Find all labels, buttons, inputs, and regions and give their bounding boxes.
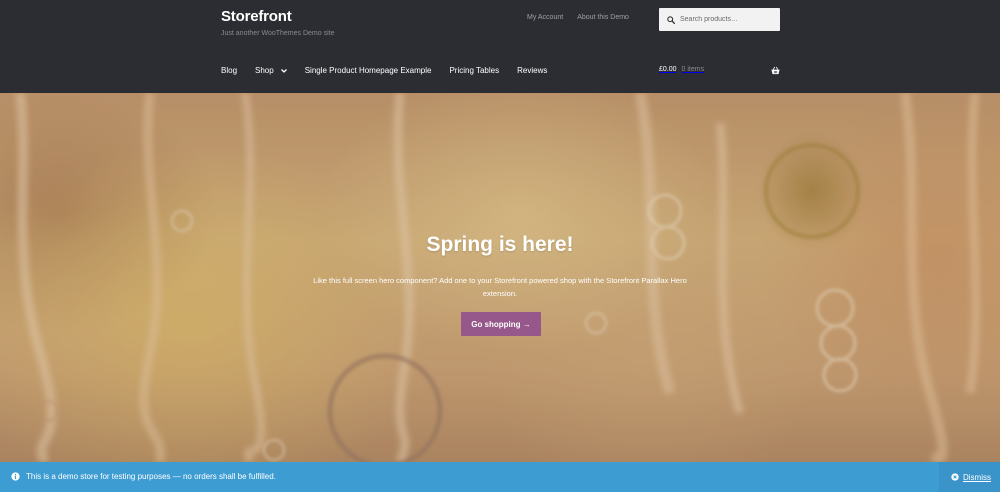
hero-content: Spring is here! Like this full screen he…	[0, 93, 1000, 462]
notice-message: This is a demo store for testing purpose…	[26, 472, 276, 481]
chevron-down-icon	[280, 68, 287, 73]
product-search[interactable]	[659, 8, 780, 31]
dismiss-button[interactable]: Dismiss	[939, 462, 1000, 492]
cart-contents[interactable]: £0.00 0 items	[659, 66, 780, 75]
secondary-navigation: My Account About this Demo	[527, 14, 629, 21]
my-account-link[interactable]: My Account	[527, 14, 563, 21]
nav-item-single-product[interactable]: Single Product Homepage Example	[305, 66, 432, 75]
cart-amount: £0.00	[659, 66, 677, 73]
dismiss-link[interactable]: Dismiss	[963, 473, 991, 482]
nav-item-label: Single Product Homepage Example	[304, 66, 432, 75]
search-input[interactable]	[680, 16, 775, 23]
go-shopping-button[interactable]: Go shopping →	[461, 312, 541, 336]
basket-icon	[771, 66, 780, 75]
site-header: Storefront Just another WooThemes Demo s…	[0, 0, 1000, 93]
hero-description: Like this full screen hero component? Ad…	[313, 276, 687, 298]
nav-item-label: Shop	[255, 66, 274, 75]
nav-item-label: Blog	[221, 66, 238, 75]
search-icon	[667, 15, 675, 24]
demo-store-notice: This is a demo store for testing purpose…	[0, 462, 1000, 492]
nav-item-label: Reviews	[517, 66, 548, 75]
nav-item-reviews[interactable]: Reviews	[517, 66, 547, 75]
close-circle-icon	[951, 473, 959, 481]
nav-item-label: Pricing Tables	[449, 66, 500, 75]
nav-item-pricing-tables[interactable]: Pricing Tables	[449, 66, 499, 75]
hero-title: Spring is here!	[426, 233, 574, 256]
site-description: Just another WooThemes Demo site	[221, 30, 335, 37]
nav-item-blog[interactable]: Blog	[221, 66, 237, 75]
hero-section: Spring is here! Like this full screen he…	[0, 93, 1000, 462]
site-title[interactable]: Storefront	[221, 8, 292, 25]
nav-item-shop[interactable]: Shop	[255, 66, 287, 75]
primary-navigation: Blog Shop Single Product Homepage Exampl…	[221, 66, 565, 75]
about-demo-link[interactable]: About this Demo	[577, 14, 629, 21]
cart-count: 0 items	[681, 66, 705, 73]
info-icon	[11, 472, 20, 481]
